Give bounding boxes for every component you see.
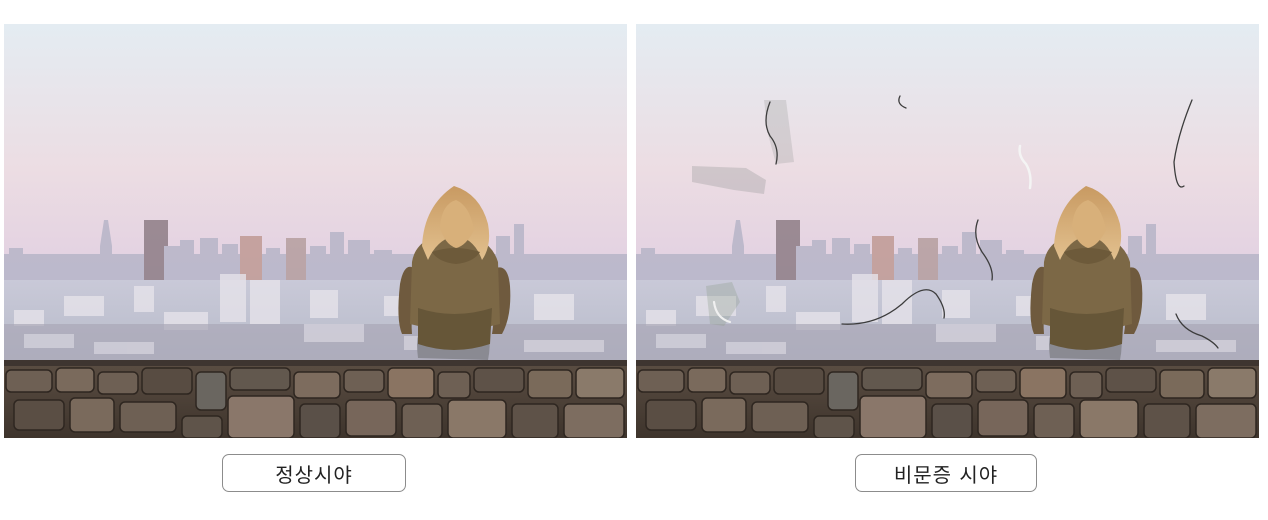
- normal-vision-photo: [4, 24, 627, 438]
- floaters-vision-photo: [636, 24, 1259, 438]
- floaters-vision-label: 비문증 시야: [855, 454, 1037, 492]
- normal-vision-label: 정상시야: [222, 454, 406, 492]
